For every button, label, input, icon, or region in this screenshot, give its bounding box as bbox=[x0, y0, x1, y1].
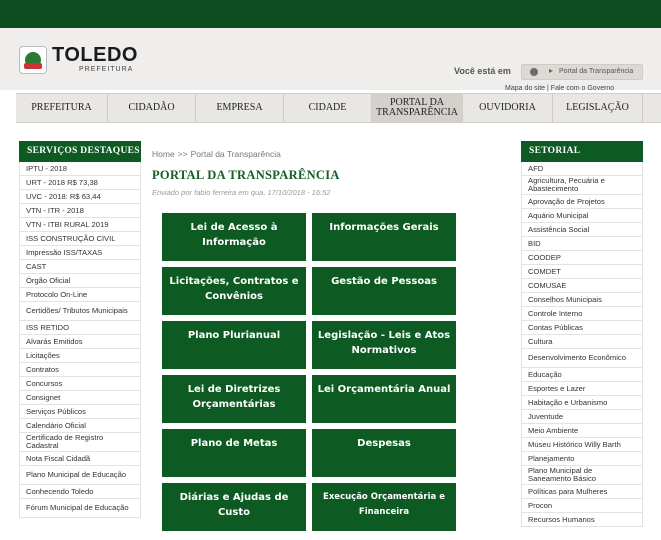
sidebar-item[interactable]: Órgão Oficial bbox=[20, 274, 140, 288]
sidebar-item[interactable]: Planejamento bbox=[522, 452, 642, 466]
sidebar-item[interactable]: VTN - ITBI RURAL 2019 bbox=[20, 218, 140, 232]
nav-legislacao[interactable]: LEGISLAÇÃO bbox=[553, 94, 643, 122]
sidebar-item[interactable]: Certidões/ Tributos Municipais bbox=[20, 302, 140, 321]
sidebar-item[interactable]: ISS CONSTRUÇÃO CIVIL bbox=[20, 232, 140, 246]
sidebar-item[interactable]: COODEP bbox=[522, 251, 642, 265]
left-sidebar-list: IPTU - 2018 URT - 2018 R$ 73,38 UVC - 20… bbox=[19, 162, 141, 518]
sidebar-item[interactable]: Políticas para Mulheres bbox=[522, 485, 642, 499]
sidebar-item[interactable]: BID bbox=[522, 237, 642, 251]
sidebar-item[interactable]: Calendário Oficial bbox=[20, 419, 140, 433]
sidebar-item[interactable]: Meio Ambiente bbox=[522, 424, 642, 438]
sidebar-item[interactable]: Educação bbox=[522, 368, 642, 382]
sidebar-item[interactable]: Aquário Municipal bbox=[522, 209, 642, 223]
sidebar-item[interactable]: COMDET bbox=[522, 265, 642, 279]
post-meta: Enviado por fabio ferreira em qua, 17/10… bbox=[152, 188, 331, 197]
sidebar-item[interactable]: Serviços Públicos bbox=[20, 405, 140, 419]
nav-cidade[interactable]: CIDADE bbox=[284, 94, 372, 122]
tile-lei-orcamentaria-anual[interactable]: Lei Orçamentária Anual bbox=[312, 375, 456, 423]
sidebar-item[interactable]: Esportes e Lazer bbox=[522, 382, 642, 396]
nav-empresa[interactable]: EMPRESA bbox=[196, 94, 284, 122]
tile-despesas[interactable]: Despesas bbox=[312, 429, 456, 477]
sidebar-item[interactable]: Fórum Municipal de Educação bbox=[20, 499, 140, 518]
brand-name: TOLEDO bbox=[52, 44, 138, 66]
breadcrumb-home[interactable]: Home bbox=[152, 149, 175, 159]
sidebar-item[interactable]: VTN - ITR - 2018 bbox=[20, 204, 140, 218]
tile-gestao-pessoas[interactable]: Gestão de Pessoas bbox=[312, 267, 456, 315]
tile-licitacoes-contratos[interactable]: Licitações, Contratos e Convênios bbox=[162, 267, 306, 315]
sidebar-item[interactable]: Controle Interno bbox=[522, 307, 642, 321]
sidebar-item[interactable]: Plano Municipal de Educação bbox=[20, 466, 140, 485]
sidebar-item[interactable]: Contas Públicas bbox=[522, 321, 642, 335]
main-nav: PREFEITURA CIDADÃO EMPRESA CIDADE PORTAL… bbox=[16, 93, 661, 123]
sidebar-item[interactable]: Conselhos Municipais bbox=[522, 293, 642, 307]
site-links[interactable]: Mapa do site | Fale com o Governo bbox=[505, 85, 614, 92]
coat-of-arms-icon bbox=[19, 46, 47, 74]
sidebar-item[interactable]: Assistência Social bbox=[522, 223, 642, 237]
right-sidebar-list: AFD Agricultura, Pecuária e Abasteciment… bbox=[521, 162, 643, 527]
sidebar-item[interactable]: Contratos bbox=[20, 363, 140, 377]
sidebar-item[interactable]: Habitação e Urbanismo bbox=[522, 396, 642, 410]
sidebar-item[interactable]: AFD bbox=[522, 162, 642, 176]
tile-diarias-ajudas-custo[interactable]: Diárias e Ajudas de Custo bbox=[162, 483, 306, 531]
tile-plano-plurianual[interactable]: Plano Plurianual bbox=[162, 321, 306, 369]
sidebar-item[interactable]: ISS RETIDO bbox=[20, 321, 140, 335]
sidebar-item[interactable]: Alvarás Emitidos bbox=[20, 335, 140, 349]
tile-legislacao-leis[interactable]: Legislação - Leis e Atos Normativos bbox=[312, 321, 456, 369]
nav-portal-transparencia[interactable]: PORTAL DA TRANSPARÊNCIA bbox=[372, 94, 463, 122]
sidebar-item[interactable]: Desenvolvimento Econômico bbox=[522, 349, 642, 368]
tile-lei-diretrizes-orcamentarias[interactable]: Lei de Diretrizes Orçamentárias bbox=[162, 375, 306, 423]
sidebar-item[interactable]: COMUSAE bbox=[522, 279, 642, 293]
location-current: Portal da Transparência bbox=[559, 68, 634, 75]
tile-plano-metas[interactable]: Plano de Metas bbox=[162, 429, 306, 477]
sidebar-item[interactable]: Recursos Humanos bbox=[522, 513, 642, 527]
breadcrumb: Home >> Portal da Transparência bbox=[152, 149, 506, 159]
sidebar-item[interactable]: Conhecendo Toledo bbox=[20, 485, 140, 499]
nav-ouvidoria[interactable]: OUVIDORIA bbox=[463, 94, 553, 122]
right-sidebar: SETORIAL AFD Agricultura, Pecuária e Aba… bbox=[521, 141, 643, 527]
nav-prefeitura[interactable]: PREFEITURA bbox=[16, 94, 108, 122]
chevron-right-icon: ▸ bbox=[549, 66, 554, 75]
sidebar-item[interactable]: Plano Municipal de Saneamento Básico bbox=[522, 466, 642, 485]
sidebar-item[interactable]: Aprovação de Projetos bbox=[522, 195, 642, 209]
home-icon bbox=[530, 68, 538, 76]
breadcrumb-current: Portal da Transparência bbox=[190, 149, 281, 159]
sidebar-item[interactable]: Licitações bbox=[20, 349, 140, 363]
sidebar-item[interactable]: Juventude bbox=[522, 410, 642, 424]
sidebar-item[interactable]: CAST bbox=[20, 260, 140, 274]
sidebar-item[interactable]: Museu Histórico Willy Barth bbox=[522, 438, 642, 452]
top-bar bbox=[0, 0, 661, 28]
sidebar-item[interactable]: Procon bbox=[522, 499, 642, 513]
sidebar-item[interactable]: URT - 2018 R$ 73,38 bbox=[20, 176, 140, 190]
breadcrumb-separator: >> bbox=[177, 149, 188, 159]
left-sidebar-title: SERVIÇOS DESTAQUES bbox=[19, 141, 141, 162]
tile-execucao-orcamentaria[interactable]: Execução Orçamentária e Financeira bbox=[312, 483, 456, 531]
page-title: PORTAL DA TRANSPARÊNCIA bbox=[152, 168, 340, 182]
location-label: Você está em bbox=[454, 66, 511, 76]
tile-lei-acesso-informacao[interactable]: Lei de Acesso à Informação bbox=[162, 213, 306, 261]
sidebar-item[interactable]: Agricultura, Pecuária e Abastecimento bbox=[522, 176, 642, 195]
nav-cidadao[interactable]: CIDADÃO bbox=[108, 94, 196, 122]
tile-informacoes-gerais[interactable]: Informações Gerais bbox=[312, 213, 456, 261]
sidebar-item[interactable]: Concursos bbox=[20, 377, 140, 391]
main-content: Home >> Portal da Transparência PORTAL DA … bbox=[152, 141, 506, 531]
sidebar-item[interactable]: Certificado de Registro Cadastral bbox=[20, 433, 140, 452]
prefeitura-logo[interactable]: TOLEDO PREFEITURA bbox=[19, 44, 137, 80]
location-breadcrumb[interactable]: ▸ Portal da Transparência bbox=[521, 64, 643, 80]
sidebar-item[interactable]: Nota Fiscal Cidadã bbox=[20, 452, 140, 466]
sidebar-item[interactable]: Cultura bbox=[522, 335, 642, 349]
sidebar-item[interactable]: IPTU - 2018 bbox=[20, 162, 140, 176]
sidebar-item[interactable]: Protocolo On-Line bbox=[20, 288, 140, 302]
sidebar-item[interactable]: Consignet bbox=[20, 391, 140, 405]
right-sidebar-title: SETORIAL bbox=[521, 141, 643, 162]
sidebar-item[interactable]: UVC - 2018: R$ 63,44 bbox=[20, 190, 140, 204]
sidebar-item[interactable]: Impressão ISS/TAXAS bbox=[20, 246, 140, 260]
site-header: TOLEDO PREFEITURA Você está em ▸ Portal … bbox=[0, 28, 661, 92]
brand-subtitle: PREFEITURA bbox=[79, 66, 134, 73]
left-sidebar: SERVIÇOS DESTAQUES IPTU - 2018 URT - 201… bbox=[19, 141, 141, 518]
